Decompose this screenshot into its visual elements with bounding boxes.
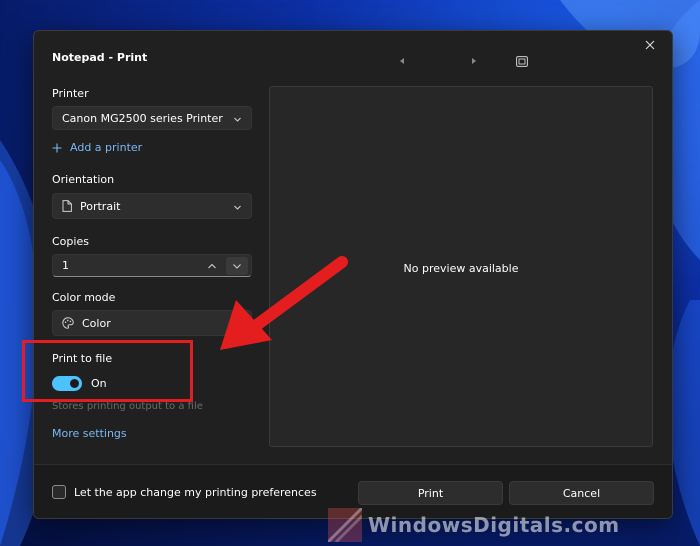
watermark-text: WindowsDigitals.com bbox=[368, 513, 620, 537]
windows-logo-icon bbox=[328, 508, 362, 542]
watermark: WindowsDigitals.com bbox=[328, 508, 620, 542]
annotation-arrow bbox=[220, 256, 348, 350]
